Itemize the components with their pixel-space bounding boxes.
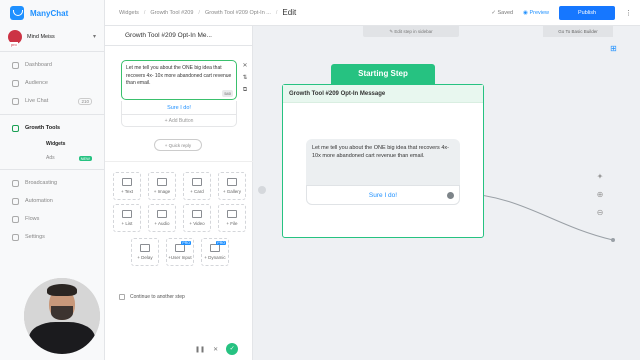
add-dynamic-block[interactable]: PRO + Dynamic: [201, 238, 229, 266]
breadcrumb: Widgets / Growth Tool #209 / Growth Tool…: [119, 8, 297, 17]
add-file-block[interactable]: + File: [218, 204, 246, 232]
add-list-block[interactable]: + List: [113, 204, 141, 232]
dashboard-icon: [12, 61, 19, 69]
publish-button[interactable]: Publish: [559, 5, 615, 20]
starting-step-label: Starting Step: [331, 64, 435, 84]
broadcast-icon: [12, 179, 19, 187]
image-icon: [157, 178, 167, 186]
add-video-block[interactable]: + Video: [183, 204, 211, 232]
close-icon[interactable]: ✕: [213, 346, 218, 353]
move-icon[interactable]: ⇅: [240, 72, 250, 84]
new-badge: NEW: [78, 155, 92, 161]
block-tools: ✕ ⇅ ⧉: [240, 60, 250, 96]
sidebar-item-automation[interactable]: Automation: [0, 192, 104, 210]
cloud-icon: [210, 244, 220, 252]
add-card-block[interactable]: + Card: [183, 172, 211, 200]
automation-icon: [12, 197, 19, 205]
flows-icon: [12, 215, 19, 223]
message-text-field[interactable]: Let me tell you about the ONE big idea t…: [121, 60, 237, 100]
chat-icon: [12, 97, 19, 105]
sidebar-item-growth-tools[interactable]: Growth Tools: [0, 119, 104, 137]
audience-icon: [12, 79, 19, 87]
list-icon: [122, 210, 132, 218]
add-user-input-block[interactable]: PRO +User Input: [166, 238, 194, 266]
brand[interactable]: ManyChat: [0, 0, 104, 26]
webcam-overlay: [24, 278, 100, 354]
connector-dot[interactable]: [447, 192, 454, 199]
clock-icon: [140, 244, 150, 252]
zoom-controls: ✦ ⊕ ⊖: [594, 168, 606, 222]
gallery-icon: [227, 178, 237, 186]
app-name: ManyChat: [30, 8, 69, 18]
continue-checkbox[interactable]: Continue to another step: [119, 294, 185, 300]
add-text-block[interactable]: + Text: [113, 172, 141, 200]
text-icon: [122, 178, 132, 186]
copy-icon[interactable]: ⧉: [240, 84, 250, 96]
add-gallery-block[interactable]: + Gallery: [218, 172, 246, 200]
message-node[interactable]: Growth Tool #209 Opt-In Message Let me t…: [282, 84, 484, 238]
live-chat-count-badge: 210: [78, 97, 92, 105]
checkbox[interactable]: [119, 294, 125, 300]
avatar: [8, 29, 22, 47]
sidebar-item-broadcasting[interactable]: Broadcasting: [0, 174, 104, 192]
preview-button[interactable]: ◉ Preview: [523, 10, 549, 16]
flow-canvas[interactable]: ✎ Edit step in sidebar Go To Basic Build…: [253, 26, 640, 360]
add-audio-block[interactable]: + Audio: [148, 204, 176, 232]
card-icon: [192, 178, 202, 186]
more-menu-icon[interactable]: ⋮: [625, 9, 632, 17]
saved-status: ✓ Saved: [491, 9, 514, 16]
audio-icon: [157, 210, 167, 218]
character-counter: 540: [222, 89, 233, 97]
quick-reply-button[interactable]: + Quick reply: [154, 139, 202, 151]
sidebar-item-audience[interactable]: Audience: [0, 74, 104, 92]
pause-icon[interactable]: ❚❚: [195, 346, 205, 353]
add-delay-block[interactable]: + Delay: [131, 238, 159, 266]
fit-icon[interactable]: ✦: [594, 168, 606, 186]
sidebar-item-live-chat[interactable]: Live Chat 210: [0, 92, 104, 110]
page-title: Edit: [282, 8, 297, 17]
add-button[interactable]: + Add Button: [121, 115, 237, 127]
editor-title[interactable]: Growth Tool #209 Opt-In Me...: [105, 26, 252, 46]
account-name: Mind Meiss: [27, 33, 55, 40]
breadcrumb-widgets[interactable]: Widgets: [119, 10, 139, 16]
message-button[interactable]: Sure I do!: [121, 101, 237, 115]
breadcrumb-growth-tool[interactable]: Growth Tool #209: [150, 10, 193, 16]
sidebar-item-settings[interactable]: Settings: [0, 228, 104, 246]
growth-icon: [12, 124, 19, 132]
account-switcher[interactable]: Mind Meiss ▾: [0, 26, 104, 52]
bubble-button[interactable]: Sure I do!: [306, 185, 460, 205]
chevron-down-icon: ▾: [92, 34, 96, 40]
editor-bottom-bar: ❚❚ ✕ ✓: [105, 338, 253, 360]
confirm-icon[interactable]: ✓: [226, 343, 239, 355]
zoom-in-icon[interactable]: ⊕: [594, 186, 606, 204]
sidebar-item-dashboard[interactable]: Dashboard: [0, 56, 104, 74]
top-bar: Widgets / Growth Tool #209 / Growth Tool…: [105, 0, 640, 26]
close-icon[interactable]: ✕: [240, 60, 250, 72]
node-title: Growth Tool #209 Opt-In Message: [283, 85, 483, 103]
user-input-icon: [175, 244, 185, 252]
message-bubble: Let me tell you about the ONE big idea t…: [306, 139, 460, 185]
zoom-out-icon[interactable]: ⊖: [594, 204, 606, 222]
file-icon: [227, 210, 237, 218]
sidebar-item-flows[interactable]: Flows: [0, 210, 104, 228]
step-editor-panel: Growth Tool #209 Opt-In Me... Let me tel…: [105, 26, 253, 360]
breadcrumb-opt-in[interactable]: Growth Tool #209 Opt-In ...: [205, 10, 271, 16]
logo-icon: [10, 6, 24, 20]
sidebar-sub-widgets[interactable]: Widgets: [0, 137, 104, 151]
settings-icon: [12, 233, 19, 241]
add-image-block[interactable]: + Image: [148, 172, 176, 200]
video-icon: [192, 210, 202, 218]
sidebar-sub-ads[interactable]: Ads NEW: [0, 151, 104, 165]
